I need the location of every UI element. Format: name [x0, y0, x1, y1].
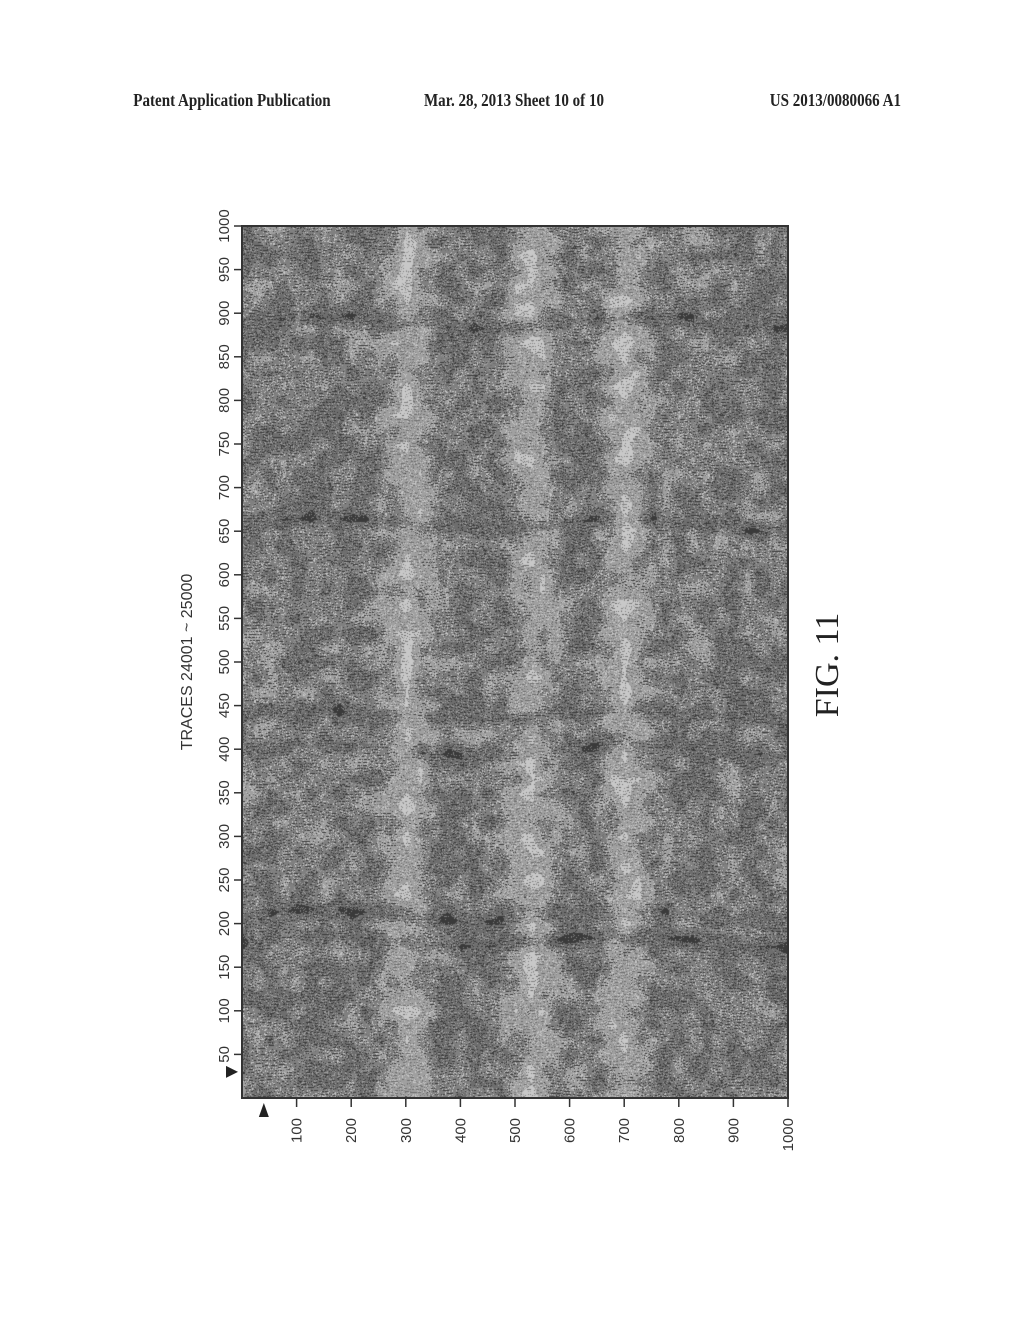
y-tick-label: 950	[216, 257, 233, 282]
x-tick-label: 500	[507, 1118, 524, 1143]
y-tick-label: 50	[216, 1046, 233, 1063]
y-tick-label: 450	[216, 693, 233, 718]
y-tick-label: 500	[216, 649, 233, 674]
x-tick-label: 200	[343, 1118, 360, 1143]
x-tick-label: 600	[562, 1118, 579, 1143]
y-tick-label: 850	[216, 344, 233, 369]
y-marker-triangle-icon	[226, 1065, 238, 1078]
x-tick-label: 100	[289, 1118, 306, 1143]
x-tick-label: 900	[725, 1118, 742, 1143]
x-tick-label: 800	[671, 1118, 688, 1143]
x-tick-label: 1000	[780, 1118, 797, 1151]
figure-label: FIG. 11	[809, 613, 846, 718]
y-tick-label: 900	[216, 301, 233, 326]
y-axis-title: TRACES 24001 ~ 25000	[179, 574, 196, 751]
y-tick-label: 100	[216, 998, 233, 1023]
y-tick-label: 1000	[216, 209, 233, 242]
y-tick-label: 400	[216, 737, 233, 762]
y-tick-label: 300	[216, 824, 233, 849]
y-axis: 50 100 150 200 250 300 350 400 450 500 550 600 650 70…	[216, 209, 242, 1063]
y-tick-label: 600	[216, 562, 233, 587]
x-tick-label: 400	[452, 1118, 469, 1143]
x-marker-triangle-icon	[258, 1103, 269, 1117]
y-tick-label: 150	[216, 955, 233, 980]
y-tick-label: 550	[216, 606, 233, 631]
y-tick-label: 200	[216, 911, 233, 936]
x-tick-label: 700	[616, 1118, 633, 1143]
x-tick-label: 300	[398, 1118, 415, 1143]
y-tick-label: 350	[216, 780, 233, 805]
y-tick-label: 250	[216, 867, 233, 892]
markers	[226, 1065, 269, 1117]
y-tick-label: 750	[216, 431, 233, 456]
y-tick-label: 800	[216, 388, 233, 413]
figure-axes: 50 100 150 200 250 300 350 400 450 500 550 600 650 70…	[179, 209, 846, 1151]
y-tick-label: 650	[216, 519, 233, 544]
x-axis: 100 200 300 400 500 600 700 800 900 1000	[289, 1098, 797, 1151]
plot-frame	[241, 225, 789, 1099]
y-tick-label: 700	[216, 475, 233, 500]
